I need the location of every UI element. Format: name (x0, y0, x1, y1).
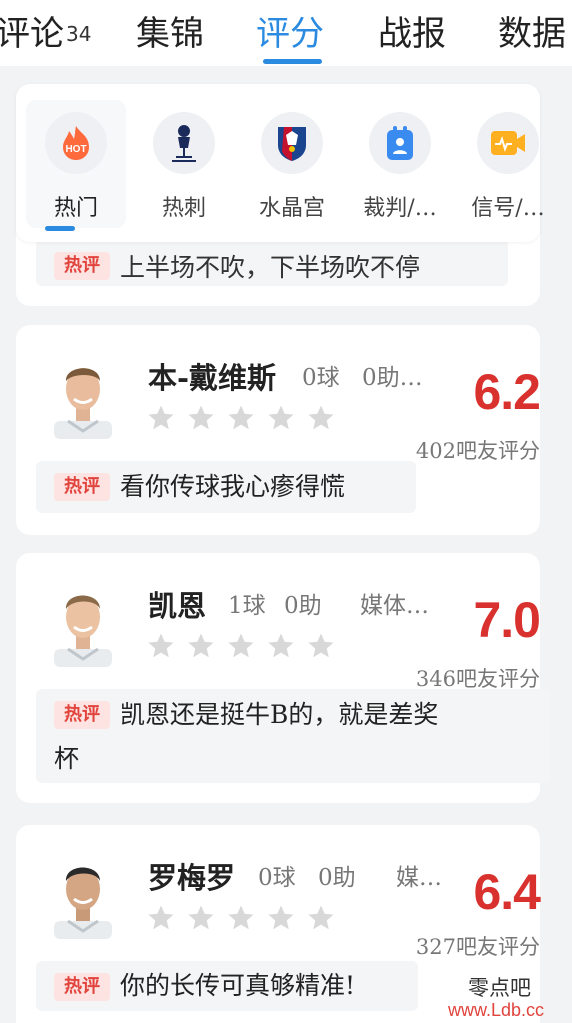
star-icon[interactable] (186, 903, 216, 933)
hot-comment-badge: 热评 (54, 701, 110, 729)
tab-ratings[interactable]: 评分 (256, 6, 324, 55)
player-name: 凯恩 (148, 589, 207, 623)
category-signal-label: 信号/… (471, 196, 545, 221)
category-tottenham[interactable]: 热刺 (134, 100, 234, 228)
star-icon[interactable] (266, 903, 296, 933)
player-avatar (50, 851, 116, 939)
player-score: 6.4 (473, 864, 541, 920)
hot-comment-badge: 热评 (54, 973, 110, 1001)
top-tab-bar: 评论 34 集锦 评分 战报 数据 (0, 0, 572, 66)
star-rating[interactable] (146, 903, 336, 933)
active-tab-indicator (263, 59, 322, 64)
category-hot[interactable]: HOT 热门 (26, 100, 126, 228)
player-avatar (50, 579, 116, 667)
player-avatar (50, 351, 116, 439)
hot-comment-badge: 热评 (54, 473, 110, 501)
tab-comments-label: 评论 (0, 14, 64, 54)
category-tottenham-label: 热刺 (161, 196, 206, 221)
star-icon[interactable] (186, 631, 216, 661)
svg-text:HOT: HOT (65, 144, 86, 155)
hot-icon: HOT (45, 112, 107, 174)
player-card[interactable]: 罗梅罗 0球 0助 媒… 6.4 327吧友评分 热评 你的长传可真够精准! (16, 825, 541, 1023)
tab-report[interactable]: 战报 (378, 6, 446, 55)
category-crystal-palace[interactable]: 水晶宫 (242, 100, 342, 228)
hot-comment[interactable]: 热评 凯恩还是挺牛B的，就是差奖 杯 (36, 689, 550, 783)
star-icon[interactable] (266, 403, 296, 433)
player-assists: 0助 (284, 593, 322, 619)
star-icon[interactable] (226, 631, 256, 661)
tab-highlights[interactable]: 集锦 (136, 6, 204, 55)
star-icon[interactable] (306, 903, 336, 933)
star-icon[interactable] (226, 403, 256, 433)
referee-icon (369, 112, 431, 174)
player-name: 罗梅罗 (148, 861, 236, 895)
player-card[interactable]: 本-戴维斯 0球 0助… 6.2 402吧友评分 热评 看你传球我心瘆得慌 (16, 325, 541, 535)
tab-comments[interactable]: 评论 34 (0, 6, 91, 55)
comment-text: 你的长传可真够精准! (120, 971, 356, 1000)
comments-count: 34 (66, 22, 92, 46)
player-name: 本-戴维斯 (148, 361, 277, 395)
star-icon[interactable] (226, 903, 256, 933)
category-hot-label: 热门 (53, 196, 98, 221)
category-referee[interactable]: 裁判/… (350, 100, 450, 228)
active-category-indicator (45, 226, 75, 231)
star-icon[interactable] (146, 403, 176, 433)
star-icon[interactable] (146, 903, 176, 933)
crystal-palace-crest-icon (261, 112, 323, 174)
vote-count: 327吧友评分 (415, 935, 540, 959)
category-signal[interactable]: 信号/… (458, 100, 558, 228)
player-card[interactable]: 凯恩 1球 0助 媒体… 7.0 346吧友评分 热评 凯恩还是挺牛B的，就是差… (16, 553, 550, 803)
player-score: 7.0 (473, 592, 541, 648)
hot-comment[interactable]: 热评 看你传球我心瘆得慌 (36, 461, 416, 513)
player-score: 6.2 (473, 364, 541, 420)
comment-text: 上半场不吹，下半场吹不停 (120, 253, 421, 282)
hot-comment[interactable]: 热评 你的长传可真够精准! (36, 961, 418, 1011)
star-icon[interactable] (306, 403, 336, 433)
comment-text: 看你传球我心瘆得慌 (120, 472, 346, 501)
watermark-url: www.Ldb.cc (448, 1000, 545, 1020)
player-goals: 0球 (302, 365, 340, 391)
comment-text-line-2: 杯 (54, 744, 80, 773)
player-assists: 0助 (318, 865, 356, 891)
star-icon[interactable] (186, 403, 216, 433)
category-crystal-palace-label: 水晶宫 (258, 196, 325, 221)
star-icon[interactable] (306, 631, 336, 661)
category-referee-label: 裁判/… (363, 196, 437, 221)
tottenham-crest-icon (153, 112, 215, 174)
hot-comment[interactable]: 热评 上半场不吹，下半场吹不停 (36, 240, 508, 286)
watermark-text: 零点吧 (468, 976, 531, 1000)
star-icon[interactable] (266, 631, 296, 661)
player-goals: 0球 (258, 865, 296, 891)
player-goals: 1球 (228, 593, 266, 619)
tab-stats[interactable]: 数据 (498, 6, 566, 55)
hot-comment-badge: 热评 (54, 252, 110, 280)
comment-text-line-1: 凯恩还是挺牛B的，就是差奖 (120, 700, 439, 729)
signal-icon (477, 112, 539, 174)
star-rating[interactable] (146, 403, 336, 433)
category-filter-card: HOT 热门 热刺 水晶宫 裁判/… 信号/… (16, 84, 545, 242)
star-icon[interactable] (146, 631, 176, 661)
player-assists: 0助… (362, 365, 423, 391)
star-rating[interactable] (146, 631, 336, 661)
